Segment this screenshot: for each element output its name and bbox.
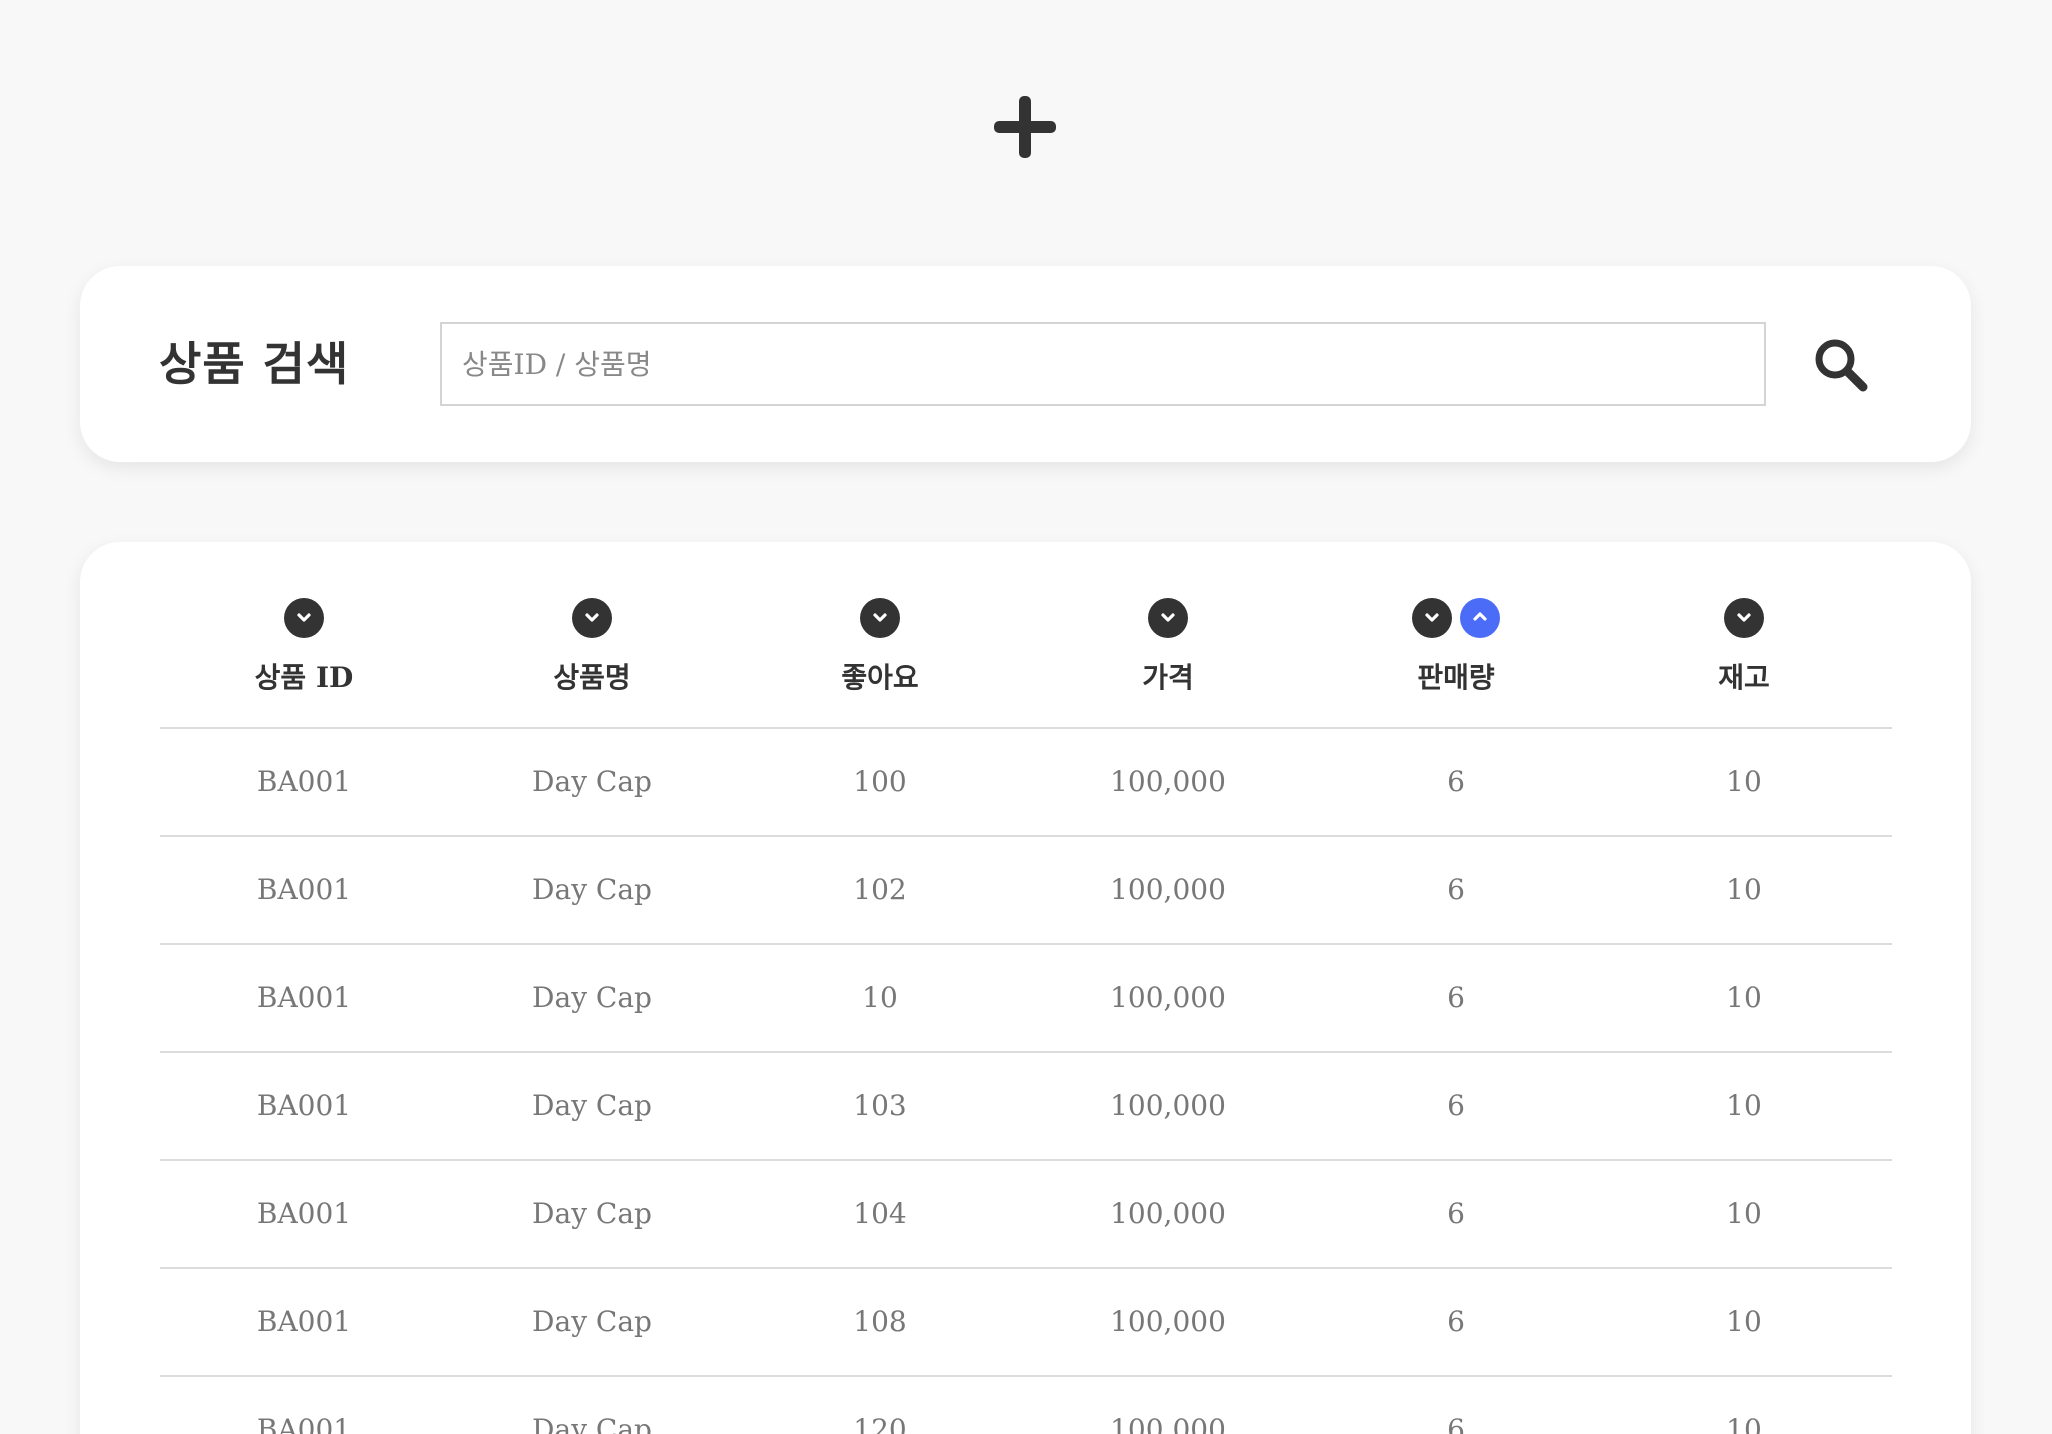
chevron-down-icon xyxy=(1161,613,1175,622)
table-row[interactable]: BA001 Day Cap 108 100,000 6 10 xyxy=(160,1269,1892,1377)
chevron-down-icon xyxy=(873,613,887,622)
sort-descending-button[interactable] xyxy=(1148,598,1188,638)
cell-price: 100,000 xyxy=(1110,981,1226,1014)
chevron-down-icon xyxy=(1425,613,1439,622)
cell-sales: 6 xyxy=(1447,1305,1465,1338)
column-label: 판매량 xyxy=(1417,661,1495,694)
cell-product-id: BA001 xyxy=(256,1305,352,1338)
cell-product-name: Day Cap xyxy=(532,1413,652,1434)
cell-product-id: BA001 xyxy=(256,981,352,1014)
table-header: 상품 ID 상품명 좋아요 가격 판매량 재고 xyxy=(160,542,1892,729)
search-input[interactable] xyxy=(440,322,1766,406)
cell-likes: 104 xyxy=(853,1197,907,1230)
chevron-down-icon xyxy=(1737,613,1751,622)
sort-descending-button[interactable] xyxy=(1412,598,1452,638)
cell-stock: 10 xyxy=(1726,873,1762,906)
cell-product-name: Day Cap xyxy=(532,765,652,798)
table-row[interactable]: BA001 Day Cap 120 100,000 6 10 xyxy=(160,1377,1892,1434)
cell-product-name: Day Cap xyxy=(532,981,652,1014)
cell-sales: 6 xyxy=(1447,981,1465,1014)
column-label: 상품명 xyxy=(553,661,631,694)
cell-likes: 103 xyxy=(853,1089,907,1122)
cell-price: 100,000 xyxy=(1110,1197,1226,1230)
sort-descending-button[interactable] xyxy=(860,598,900,638)
cell-sales: 6 xyxy=(1447,873,1465,906)
cell-sales: 6 xyxy=(1447,1197,1465,1230)
sort-controls xyxy=(1600,598,1888,638)
sort-controls xyxy=(448,598,736,638)
cell-sales: 6 xyxy=(1447,765,1465,798)
cell-likes: 10 xyxy=(862,981,898,1014)
cell-product-id: BA001 xyxy=(256,1089,352,1122)
column-label: 가격 xyxy=(1142,661,1194,694)
sort-controls xyxy=(1312,598,1600,638)
cell-price: 100,000 xyxy=(1110,873,1226,906)
table-row[interactable]: BA001 Day Cap 100 100,000 6 10 xyxy=(160,729,1892,837)
cell-likes: 120 xyxy=(853,1413,907,1434)
cell-price: 100,000 xyxy=(1110,765,1226,798)
cell-price: 100,000 xyxy=(1110,1413,1226,1434)
cell-product-id: BA001 xyxy=(256,873,352,906)
cell-likes: 102 xyxy=(853,873,907,906)
cell-likes: 108 xyxy=(853,1305,907,1338)
cell-stock: 10 xyxy=(1726,981,1762,1014)
cell-stock: 10 xyxy=(1726,1305,1762,1338)
product-table-panel: 상품 ID 상품명 좋아요 가격 판매량 재고 BA001 Day Cap 100 100,00… xyxy=(80,542,1971,1434)
page: 상품 검색 상품 ID 상품명 좋아요 가격 판매량 재고 BA001 Day Cap 100… xyxy=(0,0,2052,1434)
table-row[interactable]: BA001 Day Cap 102 100,000 6 10 xyxy=(160,837,1892,945)
cell-stock: 10 xyxy=(1726,1089,1762,1122)
sort-ascending-button[interactable] xyxy=(1460,598,1500,638)
cell-product-id: BA001 xyxy=(256,1413,352,1434)
add-product-button[interactable] xyxy=(994,96,1056,158)
cell-product-name: Day Cap xyxy=(532,873,652,906)
cell-stock: 10 xyxy=(1726,765,1762,798)
sort-descending-button[interactable] xyxy=(1724,598,1764,638)
cell-price: 100,000 xyxy=(1110,1305,1226,1338)
search-icon[interactable] xyxy=(1812,336,1870,394)
cell-sales: 6 xyxy=(1447,1413,1465,1434)
sort-descending-button[interactable] xyxy=(572,598,612,638)
table-row[interactable]: BA001 Day Cap 104 100,000 6 10 xyxy=(160,1161,1892,1269)
cell-stock: 10 xyxy=(1726,1413,1762,1434)
sort-controls xyxy=(160,598,448,638)
column-label: 재고 xyxy=(1718,661,1770,694)
column-label: 상품 ID xyxy=(254,661,354,694)
chevron-up-icon xyxy=(1473,612,1487,621)
chevron-down-icon xyxy=(585,613,599,622)
column-label: 좋아요 xyxy=(841,661,919,694)
cell-product-name: Day Cap xyxy=(532,1089,652,1122)
cell-product-name: Day Cap xyxy=(532,1197,652,1230)
cell-stock: 10 xyxy=(1726,1197,1762,1230)
search-panel: 상품 검색 xyxy=(80,266,1971,462)
cell-price: 100,000 xyxy=(1110,1089,1226,1122)
table-row[interactable]: BA001 Day Cap 10 100,000 6 10 xyxy=(160,945,1892,1053)
table-row[interactable]: BA001 Day Cap 103 100,000 6 10 xyxy=(160,1053,1892,1161)
search-title: 상품 검색 xyxy=(159,337,350,391)
product-table: 상품 ID 상품명 좋아요 가격 판매량 재고 BA001 Day Cap 100 100,00… xyxy=(160,542,1892,1434)
cell-product-id: BA001 xyxy=(256,765,352,798)
sort-descending-button[interactable] xyxy=(284,598,324,638)
cell-likes: 100 xyxy=(853,765,907,798)
cell-product-name: Day Cap xyxy=(532,1305,652,1338)
sort-controls xyxy=(1024,598,1312,638)
cell-sales: 6 xyxy=(1447,1089,1465,1122)
cell-product-id: BA001 xyxy=(256,1197,352,1230)
chevron-down-icon xyxy=(297,613,311,622)
sort-controls xyxy=(736,598,1024,638)
